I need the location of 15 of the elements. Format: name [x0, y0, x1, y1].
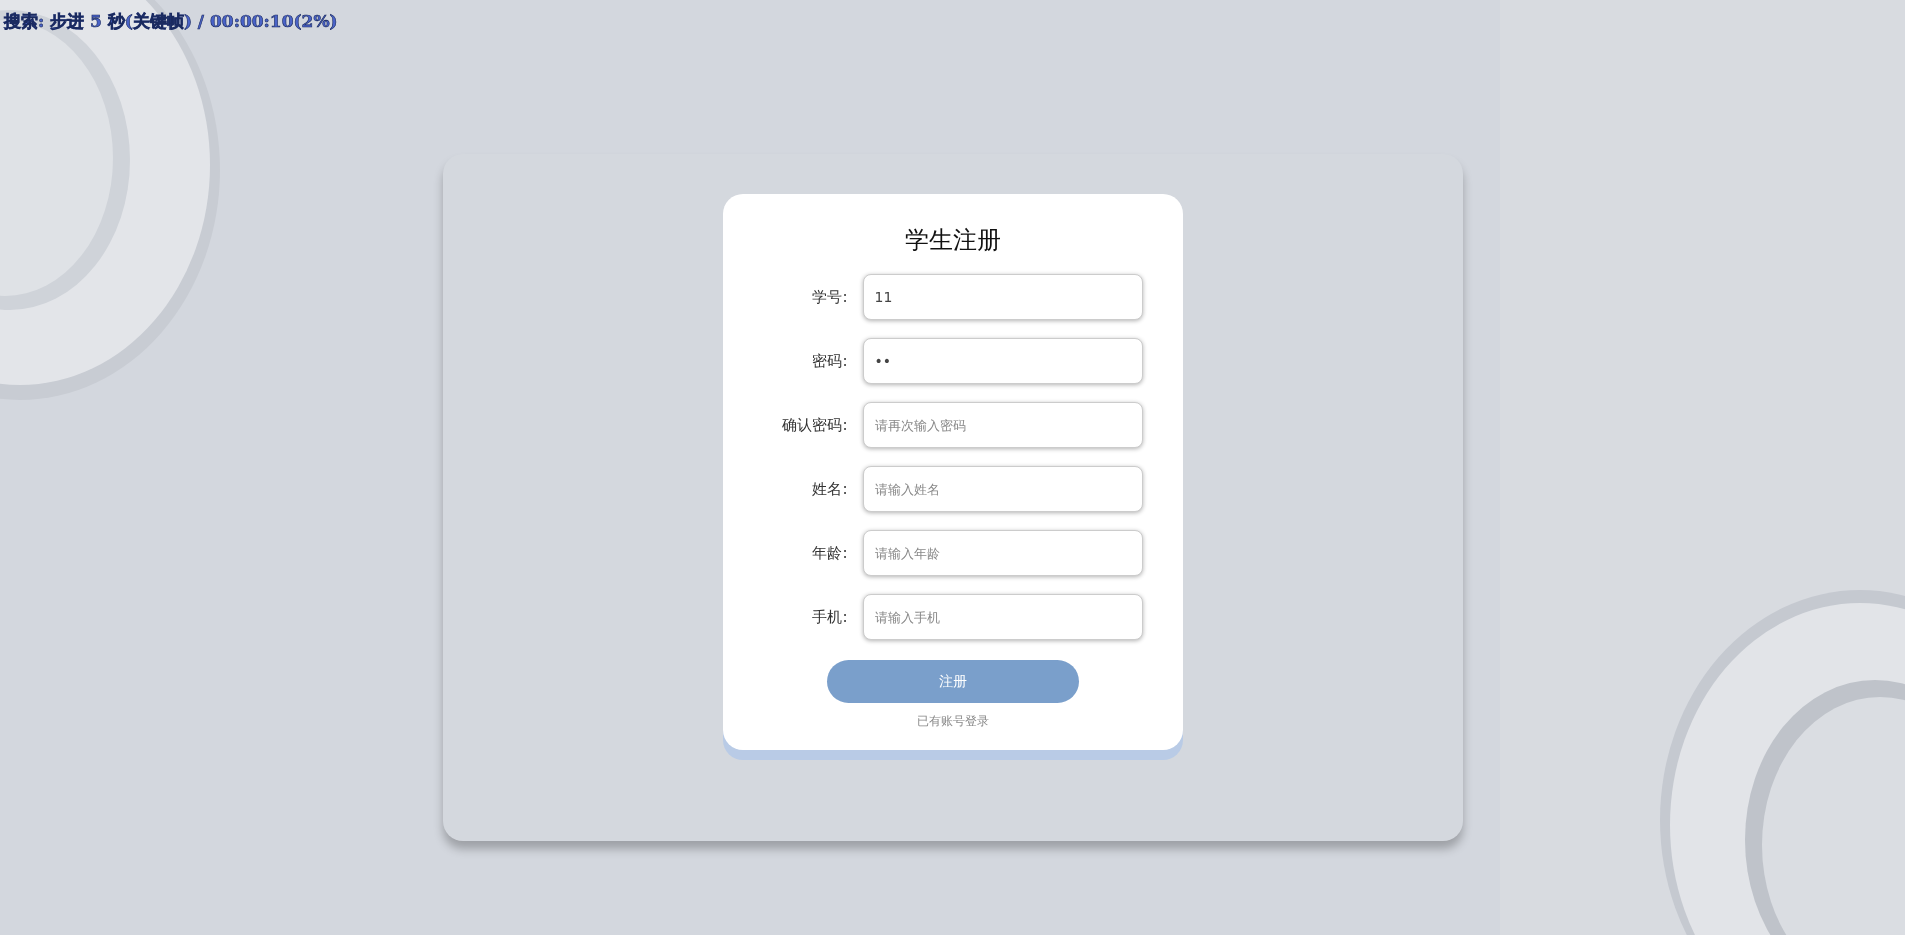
input-field[interactable]: ••: [862, 338, 1143, 384]
input-field[interactable]: 请输入姓名: [862, 466, 1143, 512]
input-field[interactable]: 11: [862, 274, 1143, 320]
field-label: 密码:: [811, 351, 849, 371]
input-field[interactable]: 请再次输入密码: [862, 402, 1143, 448]
field-label: 学号:: [811, 287, 849, 307]
input-field[interactable]: 请输入手机: [862, 594, 1143, 640]
field-label: 手机:: [811, 607, 849, 627]
field-label: 姓名:: [811, 479, 849, 499]
field-label: 确认密码:: [781, 415, 849, 435]
login-link[interactable]: 已有账号登录: [916, 713, 989, 730]
input-field[interactable]: 请输入年龄: [862, 530, 1143, 576]
form-title: 学生注册: [904, 225, 1001, 256]
playback-status: 搜索: 步进 5 秒(关键帧) / 00:00:10(2%): [4, 10, 338, 33]
field-label: 年龄:: [811, 543, 849, 563]
